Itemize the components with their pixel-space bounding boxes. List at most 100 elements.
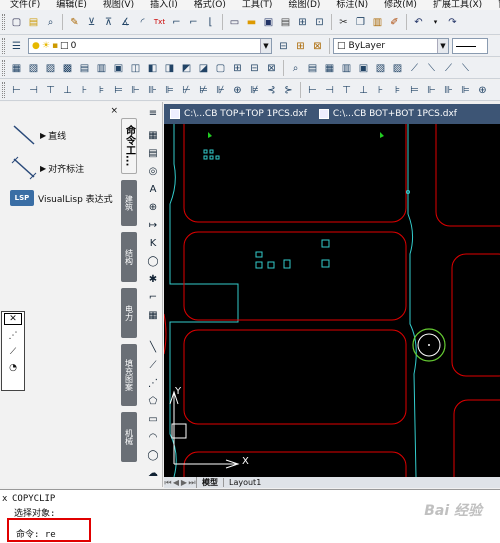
- copy-icon[interactable]: ❐: [353, 15, 368, 30]
- dim-tool10-icon[interactable]: ⊫: [458, 83, 473, 98]
- save-icon[interactable]: ▣: [261, 15, 276, 30]
- properties-icon[interactable]: ▤: [305, 61, 320, 76]
- paste-icon[interactable]: ▥: [370, 15, 385, 30]
- dim-tool8-icon[interactable]: ⊩: [424, 83, 439, 98]
- menu-insert[interactable]: 插入(I): [140, 0, 184, 10]
- dim-tool-icon[interactable]: ⊢: [305, 83, 320, 98]
- chevron-down-icon[interactable]: ▼: [437, 39, 448, 53]
- search-icon[interactable]: ⌕: [43, 15, 58, 30]
- revcloud-icon[interactable]: ☁: [146, 466, 160, 480]
- measure2-icon[interactable]: ⟍: [424, 61, 439, 76]
- new-icon[interactable]: ▭: [227, 15, 242, 30]
- undo-icon[interactable]: ↶: [411, 15, 426, 30]
- rectangle-icon[interactable]: ▭: [146, 412, 160, 426]
- center-mark-icon[interactable]: ⊕: [230, 83, 245, 98]
- explode-icon[interactable]: ✱: [146, 272, 160, 286]
- hatch-icon[interactable]: ▦: [146, 128, 160, 142]
- chevron-down-icon[interactable]: ▼: [260, 39, 271, 53]
- attribute-icon[interactable]: ▣: [111, 61, 126, 76]
- measure4-icon[interactable]: ⟍: [458, 61, 473, 76]
- color-dropdown[interactable]: □ ByLayer ▼: [333, 38, 449, 54]
- prev-tab-icon[interactable]: ◀: [172, 478, 180, 487]
- ole-icon[interactable]: ▤: [77, 61, 92, 76]
- diameter-dim-icon[interactable]: ⊨: [111, 83, 126, 98]
- menu-tools[interactable]: 工具(T): [232, 0, 279, 10]
- quick-dim-icon[interactable]: ⊪: [145, 83, 160, 98]
- preview-icon[interactable]: ⊞: [295, 15, 310, 30]
- arc-dim-icon[interactable]: ⊤: [43, 83, 58, 98]
- fillet-icon[interactable]: ⌐: [146, 290, 160, 304]
- radius-icon[interactable]: ◜: [135, 15, 150, 30]
- menu-edit[interactable]: 编辑(E): [46, 0, 93, 10]
- kb-icon[interactable]: K: [146, 236, 160, 250]
- measure3-icon[interactable]: ⟋: [441, 61, 456, 76]
- text-icon[interactable]: Txt: [152, 15, 167, 30]
- toolbar-grip[interactable]: [2, 60, 5, 76]
- cut-icon[interactable]: ✂: [336, 15, 351, 30]
- sheet-set-icon[interactable]: ▣: [356, 61, 371, 76]
- snap-endpoint-icon[interactable]: ⋰: [2, 331, 24, 341]
- first-tab-icon[interactable]: ⏮: [164, 478, 172, 488]
- menu-dimension[interactable]: 标注(N): [326, 0, 374, 10]
- quick-leader-icon[interactable]: ⊭: [196, 83, 211, 98]
- grid-tool-icon[interactable]: ▦: [146, 308, 160, 322]
- dimension-linear-icon[interactable]: ⊼: [101, 15, 116, 30]
- layer-tool-icon[interactable]: ◧: [145, 61, 160, 76]
- brush-icon[interactable]: ✐: [387, 15, 402, 30]
- move-icon[interactable]: ⊕: [146, 200, 160, 214]
- arc-icon[interactable]: ◠: [146, 430, 160, 444]
- make-current-icon[interactable]: ⊟: [276, 39, 291, 54]
- close-icon[interactable]: ×: [110, 106, 118, 116]
- menu-view[interactable]: 视图(V): [93, 0, 140, 10]
- layer-tool8-icon[interactable]: ⊠: [264, 61, 279, 76]
- toolbar-grip[interactable]: [2, 38, 5, 54]
- tool-palette-icon[interactable]: ▥: [339, 61, 354, 76]
- layer-tool6-icon[interactable]: ⊞: [230, 61, 245, 76]
- text-a-icon[interactable]: A: [146, 182, 160, 196]
- dim-tool7-icon[interactable]: ⊨: [407, 83, 422, 98]
- menu-window[interactable]: 窗口(W): [488, 0, 500, 10]
- snap-circle-icon[interactable]: ◔: [2, 363, 24, 373]
- xref-icon[interactable]: ▨: [43, 61, 58, 76]
- publish-icon[interactable]: ⊡: [312, 15, 327, 30]
- markup-icon[interactable]: ▧: [373, 61, 388, 76]
- leader-icon[interactable]: ⌐: [169, 15, 184, 30]
- tab-architecture[interactable]: 建筑: [121, 180, 137, 226]
- tab-hatch-pattern[interactable]: 填充图案: [121, 344, 137, 406]
- layer-previous-icon[interactable]: ⊞: [293, 39, 308, 54]
- image-icon[interactable]: ▩: [60, 61, 75, 76]
- dimension-angle-icon[interactable]: ∡: [118, 15, 133, 30]
- drawing-canvas[interactable]: Y X: [164, 124, 500, 477]
- region-icon[interactable]: ◎: [146, 164, 160, 178]
- layer-tool2-icon[interactable]: ◨: [162, 61, 177, 76]
- close-icon[interactable]: x: [2, 494, 7, 504]
- tab-document-top[interactable]: C:\...CB TOP+TOP 1PCS.dxf: [164, 104, 313, 124]
- linetype-dropdown[interactable]: [452, 38, 488, 54]
- toolbar-grip[interactable]: [2, 14, 5, 30]
- tolerance-dim-icon[interactable]: ⊮: [213, 83, 228, 98]
- layer-tool3-icon[interactable]: ◩: [179, 61, 194, 76]
- dimension-tool-icon[interactable]: ⊻: [84, 15, 99, 30]
- ordinate-dim-icon[interactable]: ⊥: [60, 83, 75, 98]
- redo-icon[interactable]: ↷: [445, 15, 460, 30]
- field-icon[interactable]: ▥: [94, 61, 109, 76]
- palette-item-aligned-dimension[interactable]: ▶ 对齐标注: [10, 155, 84, 181]
- grip-icon[interactable]: ≡: [146, 106, 160, 120]
- last-tab-icon[interactable]: ⏭: [188, 478, 196, 488]
- arrow-icon[interactable]: ↦: [146, 218, 160, 232]
- tab-document-bot[interactable]: C:\...CB BOT+BOT 1PCS.dxf: [313, 104, 463, 124]
- tab-model[interactable]: 模型: [196, 477, 223, 488]
- dim-update-icon[interactable]: ⊱: [281, 83, 296, 98]
- angular-dim-icon[interactable]: ⊩: [128, 83, 143, 98]
- tab-power[interactable]: 电力: [121, 288, 137, 338]
- circle-tool-icon[interactable]: ◯: [146, 254, 160, 268]
- layer-dropdown[interactable]: ● ☀ ▪ □ 0 ▼: [28, 38, 272, 54]
- toolbar-grip[interactable]: [2, 82, 5, 98]
- dim-edit-icon[interactable]: ⊯: [247, 83, 262, 98]
- menu-file[interactable]: 文件(F): [0, 0, 46, 10]
- jogged-dim-icon[interactable]: ⊧: [94, 83, 109, 98]
- radius-dim-icon[interactable]: ⊦: [77, 83, 92, 98]
- baseline-dim-icon[interactable]: ⊫: [162, 83, 177, 98]
- tab-structure[interactable]: 结构: [121, 232, 137, 282]
- tab-mechanical[interactable]: 机械: [121, 412, 137, 462]
